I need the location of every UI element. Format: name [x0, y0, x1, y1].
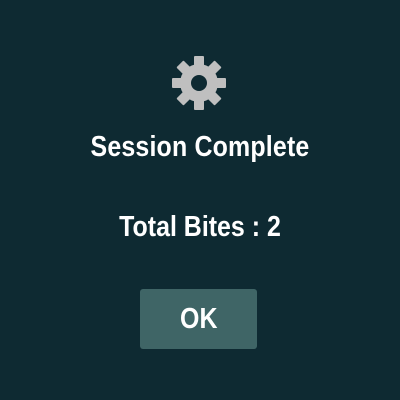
gear-icon [172, 56, 226, 110]
total-bites-text: Total Bites : 2 [119, 211, 281, 243]
session-title: Session Complete [90, 131, 310, 163]
ok-button[interactable]: OK [140, 289, 257, 349]
session-complete-screen: Session Complete Total Bites : 2 OK [0, 0, 400, 400]
ok-button-label: OK [179, 302, 218, 335]
